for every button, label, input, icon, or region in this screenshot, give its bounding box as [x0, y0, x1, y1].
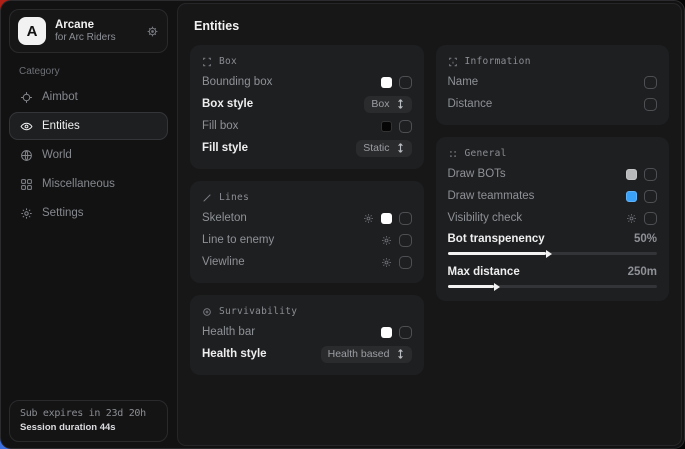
health-bar-checkbox[interactable] — [399, 326, 412, 339]
sort-arrows-icon — [396, 99, 405, 109]
sidebar-item-label: World — [42, 149, 72, 161]
sidebar: A Arcane for Arc Riders Category Aimbot — [1, 1, 176, 448]
gear-icon[interactable] — [381, 257, 392, 268]
grid-icon — [20, 178, 33, 191]
draw-bots-row: Draw BOTs — [448, 163, 658, 185]
arcane-menu-window: A Arcane for Arc Riders Category Aimbot — [0, 0, 685, 449]
box-style-dropdown[interactable]: Box — [364, 96, 411, 113]
distance-row: Distance — [448, 93, 658, 115]
viewline-checkbox[interactable] — [399, 256, 412, 269]
skeleton-checkbox[interactable] — [399, 212, 412, 225]
sidebar-item-world[interactable]: World — [9, 141, 168, 169]
box-brackets-icon — [202, 57, 212, 67]
bounding-box-checkbox[interactable] — [399, 76, 412, 89]
page-title: Entities — [178, 4, 681, 43]
sidebar-item-entities[interactable]: Entities — [9, 112, 168, 140]
sidebar-item-miscellaneous[interactable]: Miscellaneous — [9, 170, 168, 198]
name-row: Name — [448, 71, 658, 93]
gear-icon[interactable] — [363, 213, 374, 224]
max-distance-slider[interactable] — [448, 285, 658, 288]
max-distance-row: Max distance 250m — [448, 262, 658, 282]
health-style-row: Health style Health based — [202, 343, 412, 365]
sidebar-item-label: Aimbot — [42, 91, 78, 103]
visibility-check-row: Visibility check — [448, 207, 658, 229]
info-icon — [448, 57, 458, 67]
subscription-status-card: Sub expires in 23d 20h Session duration … — [9, 400, 168, 442]
globe-icon — [20, 149, 33, 162]
sidebar-item-label: Settings — [42, 207, 84, 219]
slider-fill[interactable] — [448, 285, 494, 288]
fill-box-row: Fill box — [202, 115, 412, 137]
color-swatch[interactable] — [381, 213, 392, 224]
color-swatch[interactable] — [381, 327, 392, 338]
sidebar-item-aimbot[interactable]: Aimbot — [9, 83, 168, 111]
bot-transparency-value: 50% — [634, 233, 657, 245]
sort-arrows-icon — [396, 349, 405, 359]
avatar: A — [18, 17, 46, 45]
general-card: General Draw BOTs Draw teammates Visibil… — [436, 137, 670, 301]
color-swatch[interactable] — [381, 77, 392, 88]
information-card: Information Name Distance — [436, 45, 670, 125]
skeleton-row: Skeleton — [202, 207, 412, 229]
sort-arrows-icon — [396, 143, 405, 153]
crosshair-icon — [20, 91, 33, 104]
line-to-enemy-row: Line to enemy — [202, 229, 412, 251]
general-card-title: General — [448, 146, 658, 163]
color-swatch[interactable] — [381, 121, 392, 132]
sidebar-item-settings[interactable]: Settings — [9, 199, 168, 227]
bot-transparency-slider[interactable] — [448, 252, 658, 255]
category-label: Category — [19, 66, 168, 77]
gear-icon[interactable] — [626, 213, 637, 224]
draw-teammates-checkbox[interactable] — [644, 190, 657, 203]
fill-box-checkbox[interactable] — [399, 120, 412, 133]
line-to-enemy-checkbox[interactable] — [399, 234, 412, 247]
fill-style-dropdown[interactable]: Static — [356, 140, 411, 157]
gear-icon[interactable] — [146, 25, 159, 38]
bot-transparency-row: Bot transpenency 50% — [448, 229, 658, 249]
survivability-card-title: Survivability — [202, 304, 412, 321]
fill-style-row: Fill style Static — [202, 137, 412, 159]
lines-card: Lines Skeleton Line to enemy — [190, 181, 424, 283]
line-icon — [202, 193, 212, 203]
name-checkbox[interactable] — [644, 76, 657, 89]
draw-teammates-row: Draw teammates — [448, 185, 658, 207]
sidebar-item-label: Entities — [42, 120, 80, 132]
health-bar-row: Health bar — [202, 321, 412, 343]
viewline-row: Viewline — [202, 251, 412, 273]
survivability-card: Survivability Health bar Health style He… — [190, 295, 424, 375]
lines-card-title: Lines — [202, 190, 412, 207]
sidebar-item-label: Miscellaneous — [42, 178, 115, 190]
max-distance-value: 250m — [628, 266, 657, 278]
main-panel: Entities Box Bounding box — [177, 3, 682, 446]
information-card-title: Information — [448, 54, 658, 71]
bounding-box-row: Bounding box — [202, 71, 412, 93]
box-card: Box Bounding box Box style Box — [190, 45, 424, 169]
box-style-row: Box style Box — [202, 93, 412, 115]
eye-scan-icon — [20, 120, 33, 133]
color-swatch[interactable] — [626, 191, 637, 202]
distance-checkbox[interactable] — [644, 98, 657, 111]
visibility-check-checkbox[interactable] — [644, 212, 657, 225]
health-style-dropdown[interactable]: Health based — [321, 346, 412, 363]
gear-icon[interactable] — [381, 235, 392, 246]
gear-icon — [20, 207, 33, 220]
brand-title: Arcane — [55, 18, 137, 32]
sidebar-nav: Aimbot Entities World — [9, 83, 168, 227]
color-swatch[interactable] — [626, 169, 637, 180]
session-duration-text: Session duration 44s — [20, 422, 157, 433]
sub-expiry-text: Sub expires in 23d 20h — [20, 408, 157, 419]
box-card-title: Box — [202, 54, 412, 71]
brand-card: A Arcane for Arc Riders — [9, 9, 168, 53]
slider-fill[interactable] — [448, 252, 546, 255]
draw-bots-checkbox[interactable] — [644, 168, 657, 181]
dots-grid-icon — [448, 149, 458, 159]
brand-subtitle: for Arc Riders — [55, 32, 137, 45]
health-icon — [202, 307, 212, 317]
